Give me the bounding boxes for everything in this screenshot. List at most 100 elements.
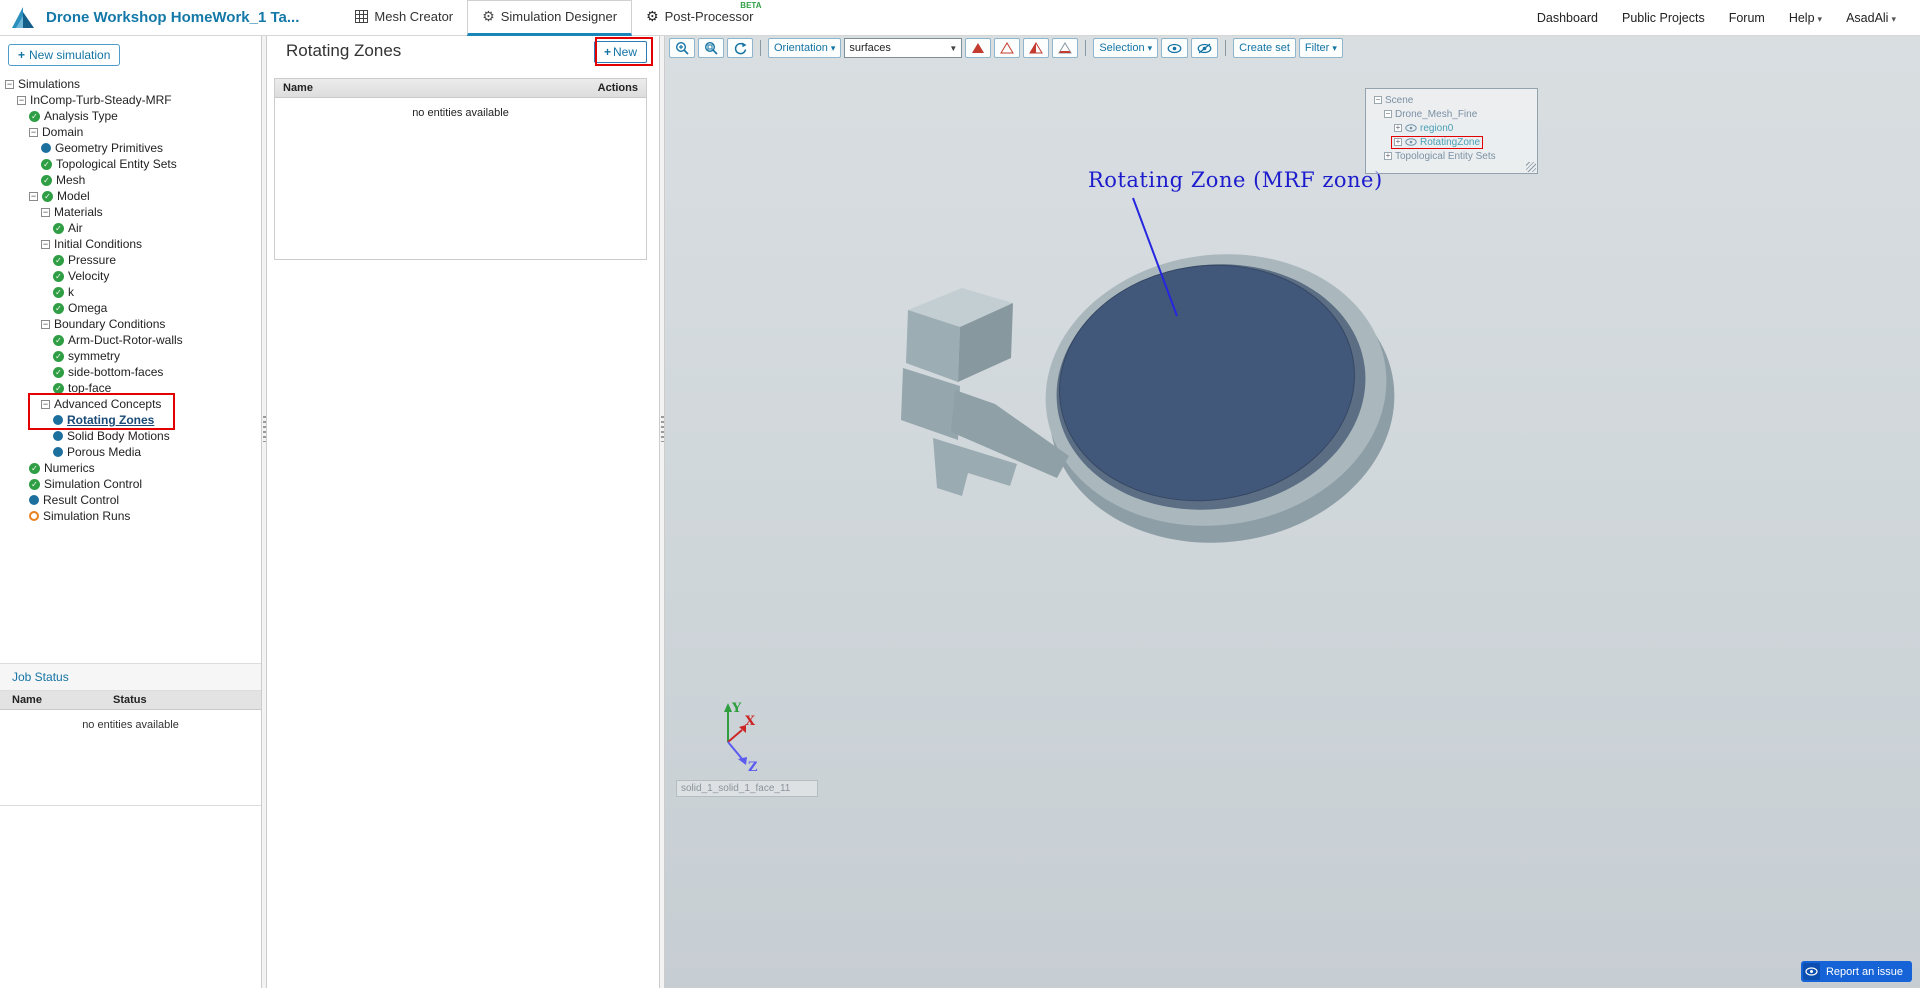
- collapse-icon[interactable]: −: [1384, 110, 1392, 118]
- eye-icon[interactable]: [1405, 138, 1417, 146]
- tree-item-simulation-runs[interactable]: Simulation Runs: [0, 508, 261, 524]
- zoom-in-button[interactable]: [669, 38, 695, 58]
- nav-link-asadali[interactable]: AsadAli ▾: [1846, 11, 1896, 25]
- nav-link-public-projects[interactable]: Public Projects: [1622, 11, 1705, 25]
- tree-item-omega[interactable]: ✓ Omega: [0, 300, 261, 316]
- toolbar-separator: [1085, 40, 1087, 56]
- new-rotating-zone-button[interactable]: + New: [593, 41, 647, 63]
- scene-item-drone-mesh-fine[interactable]: − Drone_Mesh_Fine: [1370, 107, 1535, 121]
- axis-triad: Y X Z: [724, 701, 758, 775]
- tab-mesh-creator[interactable]: Mesh Creator: [341, 0, 467, 36]
- collapse-icon[interactable]: −: [5, 79, 14, 89]
- tree-item-label: Topological Entity Sets: [56, 157, 177, 171]
- tree-item-simulations[interactable]: − Simulations: [0, 76, 261, 92]
- tab-simulation-designer[interactable]: ⚙ Simulation Designer: [467, 0, 633, 36]
- expand-icon[interactable]: +: [1394, 138, 1402, 146]
- scene-item-rotatingzone[interactable]: + RotatingZone: [1370, 135, 1535, 149]
- tree-item-porous-media[interactable]: Porous Media: [0, 444, 261, 460]
- tree-item-geometry-primitives[interactable]: Geometry Primitives: [0, 140, 261, 156]
- collapse-icon[interactable]: −: [17, 95, 26, 105]
- filter-dropdown[interactable]: Filter ▾: [1298, 38, 1343, 58]
- render-surface-solid-button[interactable]: [965, 38, 992, 58]
- scene-item-label: Scene: [1385, 94, 1414, 106]
- tab-label: Simulation Designer: [500, 9, 618, 24]
- splitter-grip-icon[interactable]: [661, 416, 664, 442]
- nav-link-dashboard[interactable]: Dashboard: [1537, 11, 1598, 25]
- status-complete-icon: ✓: [53, 270, 64, 282]
- tree-item-velocity[interactable]: ✓ Velocity: [0, 268, 261, 284]
- render-surface-outline-button[interactable]: [994, 38, 1021, 58]
- eye-icon[interactable]: [1405, 124, 1417, 132]
- status-complete-icon: ✓: [29, 110, 40, 122]
- collapse-icon[interactable]: −: [41, 239, 50, 249]
- expand-icon[interactable]: +: [1394, 124, 1402, 132]
- create-set-button[interactable]: Create set: [1233, 38, 1296, 58]
- tree-item-symmetry[interactable]: ✓ symmetry: [0, 348, 261, 364]
- tree-item-side-bottom-faces[interactable]: ✓ side-bottom-faces: [0, 364, 261, 380]
- tree-item-label: Boundary Conditions: [54, 317, 166, 331]
- triangle-outline-icon: [1000, 42, 1015, 54]
- collapse-icon[interactable]: −: [29, 127, 38, 137]
- status-complete-icon: ✓: [53, 254, 64, 266]
- tree-item-label: Rotating Zones: [67, 413, 155, 427]
- nav-link-help[interactable]: Help ▾: [1789, 11, 1822, 25]
- render-surface-half-button[interactable]: [1023, 38, 1050, 58]
- collapse-icon[interactable]: −: [41, 399, 50, 409]
- zoom-fit-button[interactable]: [698, 38, 724, 58]
- report-issue-button[interactable]: Report an issue: [1800, 961, 1912, 982]
- scene-item-scene[interactable]: − Scene: [1370, 93, 1535, 107]
- tree-item-rotating-zones[interactable]: Rotating Zones: [0, 412, 261, 428]
- tree-item-initial-conditions[interactable]: − Initial Conditions: [0, 236, 261, 252]
- simscale-logo-icon[interactable]: [10, 5, 36, 31]
- resize-handle-icon[interactable]: [1526, 162, 1536, 172]
- tree-item-domain[interactable]: − Domain: [0, 124, 261, 140]
- refresh-icon: [734, 42, 747, 55]
- tree-item-arm-duct-rotor-walls[interactable]: ✓ Arm-Duct-Rotor-walls: [0, 332, 261, 348]
- tree-item-top-face[interactable]: ✓ top-face: [0, 380, 261, 396]
- tree-item-advanced-concepts[interactable]: − Advanced Concepts: [0, 396, 261, 412]
- tree-item-label: Result Control: [43, 493, 120, 507]
- orientation-dropdown[interactable]: Orientation ▾: [768, 38, 842, 58]
- tree-item-mesh[interactable]: ✓ Mesh: [0, 172, 261, 188]
- tree-item-analysis-type[interactable]: ✓ Analysis Type: [0, 108, 261, 124]
- hide-selection-button[interactable]: [1191, 38, 1219, 58]
- tree-item-solid-body-motions[interactable]: Solid Body Motions: [0, 428, 261, 444]
- scene-item-region0[interactable]: + region0: [1370, 121, 1535, 135]
- new-simulation-button[interactable]: + New simulation: [8, 44, 121, 66]
- tree-item-model[interactable]: − ✓ Model: [0, 188, 261, 204]
- collapse-icon[interactable]: −: [41, 319, 50, 329]
- collapse-icon[interactable]: −: [1374, 96, 1382, 104]
- tree-item-incomp-turb-steady-mrf[interactable]: − InComp-Turb-Steady-MRF: [0, 92, 261, 108]
- collapse-icon[interactable]: −: [41, 207, 50, 217]
- tree-item-simulation-control[interactable]: ✓ Simulation Control: [0, 476, 261, 492]
- collapse-icon[interactable]: −: [29, 191, 38, 201]
- tree-item-numerics[interactable]: ✓ Numerics: [0, 460, 261, 476]
- nav-link-forum[interactable]: Forum: [1729, 11, 1765, 25]
- tree-item-topological-entity-sets[interactable]: ✓ Topological Entity Sets: [0, 156, 261, 172]
- expand-icon[interactable]: +: [1384, 152, 1392, 160]
- reset-view-button[interactable]: [727, 38, 753, 58]
- tree-item-k[interactable]: ✓ k: [0, 284, 261, 300]
- status-complete-icon: ✓: [53, 366, 64, 378]
- filter-label: Filter: [1304, 42, 1330, 54]
- render-mode-select[interactable]: surfaces ▼: [844, 38, 963, 58]
- project-title[interactable]: Drone Workshop HomeWork_1 Ta...: [46, 9, 299, 26]
- tree-item-result-control[interactable]: Result Control: [0, 492, 261, 508]
- tree-item-air[interactable]: ✓ Air: [0, 220, 261, 236]
- scene-item-topological-entity-sets[interactable]: + Topological Entity Sets: [1370, 149, 1535, 163]
- tree-item-boundary-conditions[interactable]: − Boundary Conditions: [0, 316, 261, 332]
- status-complete-icon: ✓: [53, 334, 64, 346]
- scene-tree-overlay[interactable]: − Scene − Drone_Mesh_Fine + region0 + RotatingZ…: [1365, 88, 1538, 174]
- tab-post-processor[interactable]: BETA ⚙ Post-Processor: [632, 0, 767, 36]
- tree-item-pressure[interactable]: ✓ Pressure: [0, 252, 261, 268]
- show-hidden-button[interactable]: [1161, 38, 1189, 58]
- selection-dropdown[interactable]: Selection ▾: [1093, 38, 1159, 58]
- orientation-label: Orientation: [774, 42, 828, 54]
- render-surface-edge-button[interactable]: [1052, 38, 1079, 58]
- tree-item-materials[interactable]: − Materials: [0, 204, 261, 220]
- splitter-grip-icon[interactable]: [263, 416, 266, 442]
- status-complete-icon: ✓: [53, 286, 64, 298]
- viewport-3d[interactable]: Orientation ▾ surfaces ▼ Selection ▾ Cre…: [665, 36, 1920, 988]
- scene-item-label: Topological Entity Sets: [1395, 150, 1496, 162]
- report-issue-label: Report an issue: [1825, 965, 1903, 978]
